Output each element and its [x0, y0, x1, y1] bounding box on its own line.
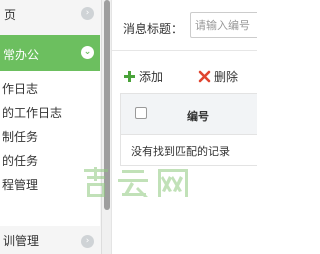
search-label: 消息标题：	[123, 22, 184, 36]
table-empty-row: 没有找到匹配的记录	[120, 135, 257, 166]
delete-button[interactable]: 删除	[198, 66, 238, 86]
sidebar-subitem-label: 的任务	[2, 154, 39, 168]
sidebar-group-office[interactable]: 常办公 ⌄	[0, 35, 100, 71]
sidebar-subitem[interactable]: 制任务	[0, 123, 100, 147]
sidebar-item-home[interactable]: 页 ›	[0, 0, 100, 26]
table-header: 编号	[120, 93, 257, 135]
sidebar-subitem-label: 程管理	[2, 178, 39, 192]
chevron-right-icon: ›	[81, 235, 94, 248]
sidebar-item-label: 训管理	[3, 234, 40, 248]
sidebar-subitem[interactable]: 作日志	[0, 75, 100, 99]
chevron-down-icon: ⌄	[81, 46, 94, 59]
sidebar-item-training[interactable]: 训管理 ›	[0, 226, 100, 254]
delete-button-label: 删除	[214, 69, 239, 84]
main-panel: 消息标题： 添加 删除 编号 没有找到匹配的记录	[112, 0, 257, 254]
add-button-label: 添加	[139, 69, 164, 84]
sidebar-item-label: 页	[4, 8, 17, 22]
sidebar: 页 › 常办公 ⌄ 作日志 的工作日志 制任务 的任务 程管理 训管理 ›	[0, 0, 102, 254]
sidebar-subitem[interactable]: 的工作日志	[0, 99, 100, 123]
column-header-id: 编号	[187, 110, 209, 123]
divider	[112, 50, 257, 51]
watermark-logo	[84, 167, 188, 197]
sidebar-subitem-label: 作日志	[2, 82, 39, 96]
records-table: 编号 没有找到匹配的记录	[120, 93, 257, 166]
search-input[interactable]	[190, 12, 257, 38]
x-icon	[198, 70, 211, 82]
add-button[interactable]: 添加	[123, 66, 163, 86]
sidebar-submenu: 作日志 的工作日志 制任务 的任务 程管理	[0, 71, 100, 226]
empty-message: 没有找到匹配的记录	[131, 145, 230, 158]
select-all-checkbox[interactable]	[135, 107, 147, 119]
sidebar-group-label: 常办公	[3, 48, 40, 62]
chevron-right-icon: ›	[81, 7, 94, 20]
sidebar-subitem-label: 制任务	[2, 130, 39, 144]
sidebar-subitem-label: 的工作日志	[2, 106, 63, 120]
plus-icon	[124, 70, 135, 82]
sidebar-scrollbar[interactable]	[102, 0, 112, 254]
